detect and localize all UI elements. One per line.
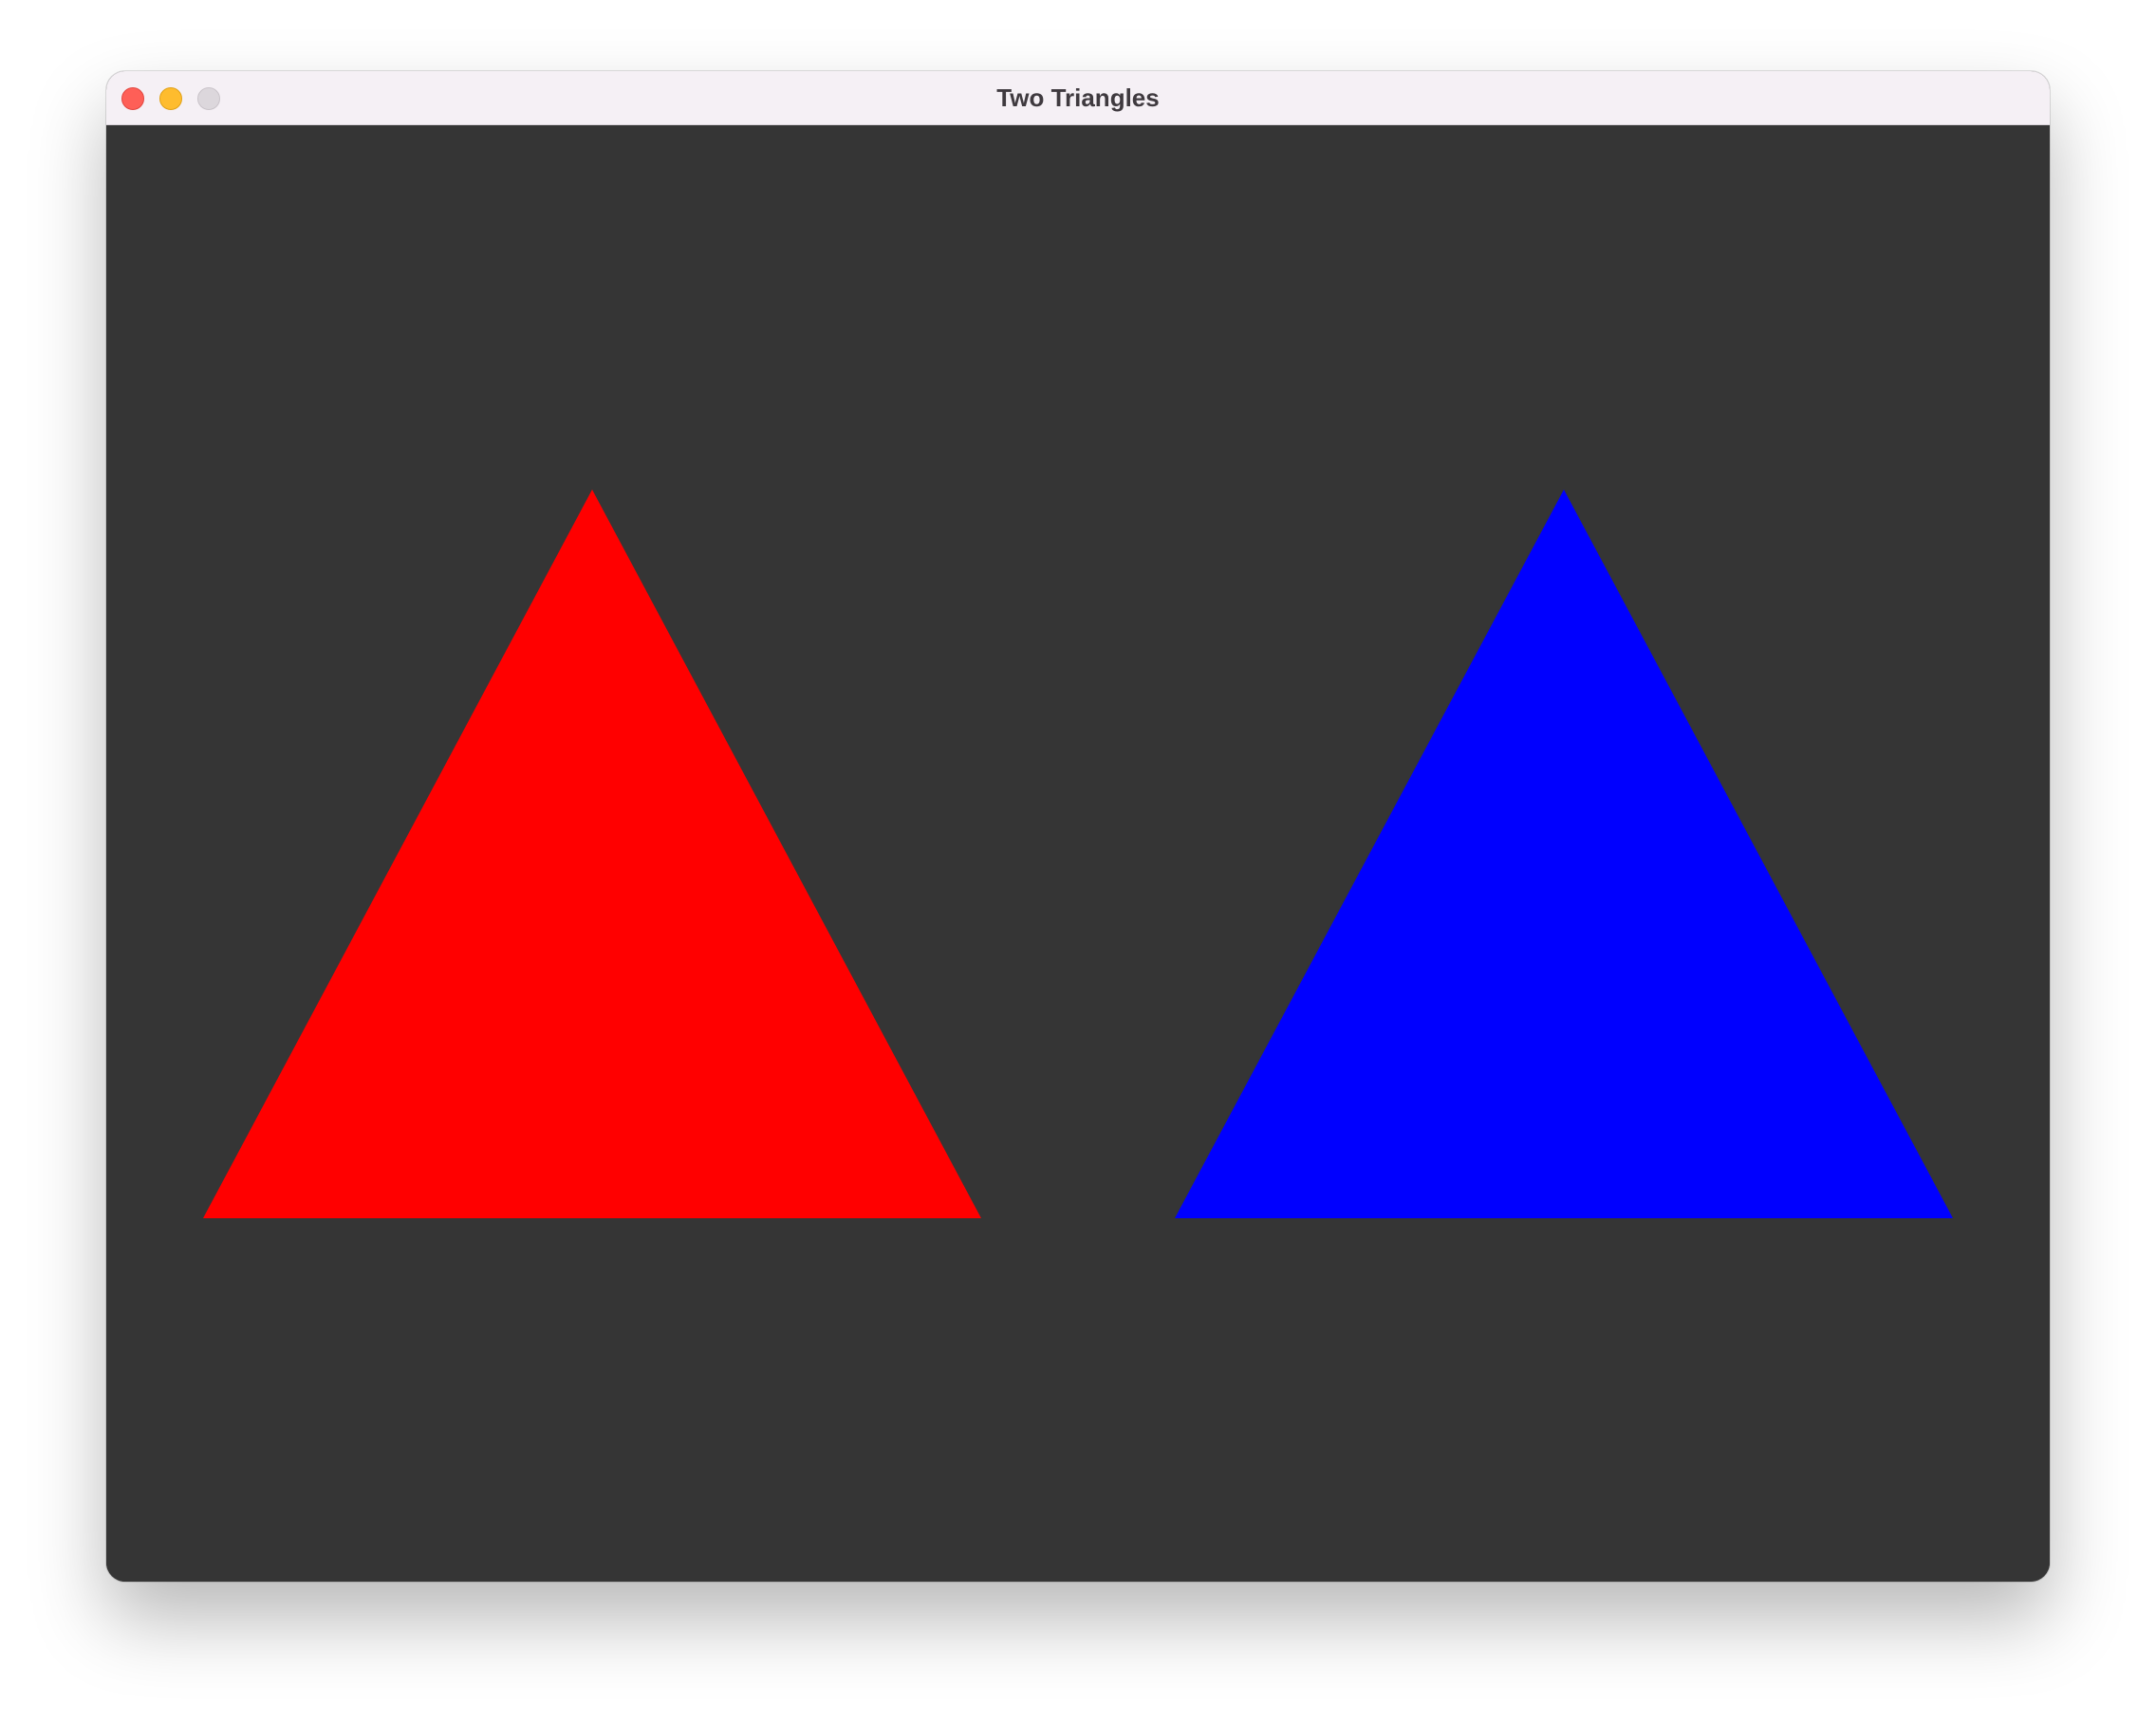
render-canvas: [106, 125, 2050, 1582]
blue-triangle: [1175, 490, 1953, 1218]
app-window: Two Triangles: [106, 71, 2050, 1582]
title-bar[interactable]: Two Triangles: [106, 71, 2050, 125]
window-title: Two Triangles: [996, 83, 1160, 112]
red-triangle: [203, 490, 981, 1218]
render-surface: [203, 490, 1953, 1218]
